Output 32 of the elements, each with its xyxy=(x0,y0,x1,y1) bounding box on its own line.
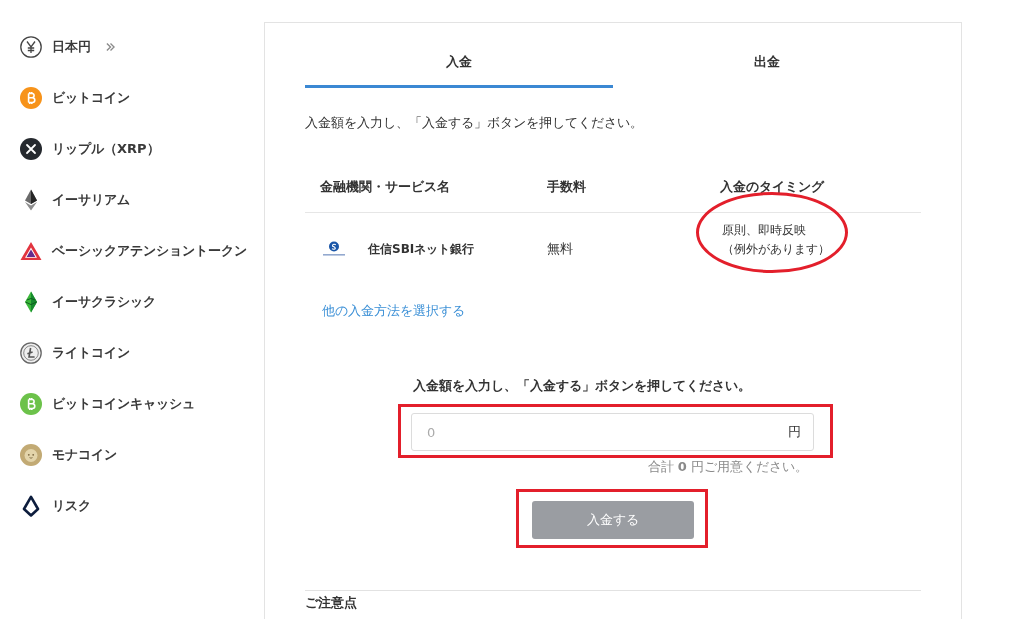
bitcoin-icon xyxy=(20,392,42,415)
sidebar-item[interactable]: ビットコイン xyxy=(0,72,264,123)
x-circle-icon xyxy=(20,137,42,160)
total-note: 合計 0 円ご用意ください。 xyxy=(646,458,809,475)
sidebar-item[interactable]: ビットコインキャッシュ xyxy=(0,378,264,429)
column-header: 手数料 xyxy=(546,177,587,196)
sidebar-item[interactable]: モナコイン xyxy=(0,429,264,480)
instruction-text: 入金額を入力し、「入金する」ボタンを押してください。 xyxy=(305,114,644,132)
sidebar-item[interactable]: ライトコイン xyxy=(0,327,264,378)
tab[interactable]: 出金 xyxy=(613,41,921,88)
yen-icon xyxy=(20,35,42,58)
bank-name: 住信SBIネット銀行 xyxy=(368,241,475,258)
sidebar-item[interactable]: 日本円 xyxy=(0,21,264,72)
timing-text: 原則、即時反映 （例外があります） xyxy=(722,222,831,258)
column-header: 金融機関・サービス名 xyxy=(319,177,451,196)
drop-icon xyxy=(20,494,42,517)
section-heading: ご注意点 xyxy=(305,595,358,611)
bitcoin-icon xyxy=(20,86,42,109)
sidebar-item[interactable]: リスク xyxy=(0,480,264,531)
tab[interactable]: 入金 xyxy=(305,41,613,88)
currency-unit: 円 xyxy=(788,423,801,441)
table-cell-text: 無料 xyxy=(546,240,574,258)
bank-logo-icon xyxy=(322,241,346,257)
sidebar-item[interactable]: ベーシックアテンショントークン xyxy=(0,225,264,276)
other-methods-link[interactable]: 他の入金方法を選択する xyxy=(322,302,465,320)
coin-icon xyxy=(20,443,42,466)
sidebar-item[interactable]: イーサリアム xyxy=(0,174,264,225)
sidebar-item[interactable]: リップル（XRP） xyxy=(0,123,264,174)
column-header: 入金のタイミング xyxy=(720,177,826,196)
amount-label: 入金額を入力し、「入金する」ボタンを押してください。 xyxy=(412,377,752,395)
litecoin-icon xyxy=(20,341,42,364)
sidebar-item[interactable]: イーサクラシック xyxy=(0,276,264,327)
